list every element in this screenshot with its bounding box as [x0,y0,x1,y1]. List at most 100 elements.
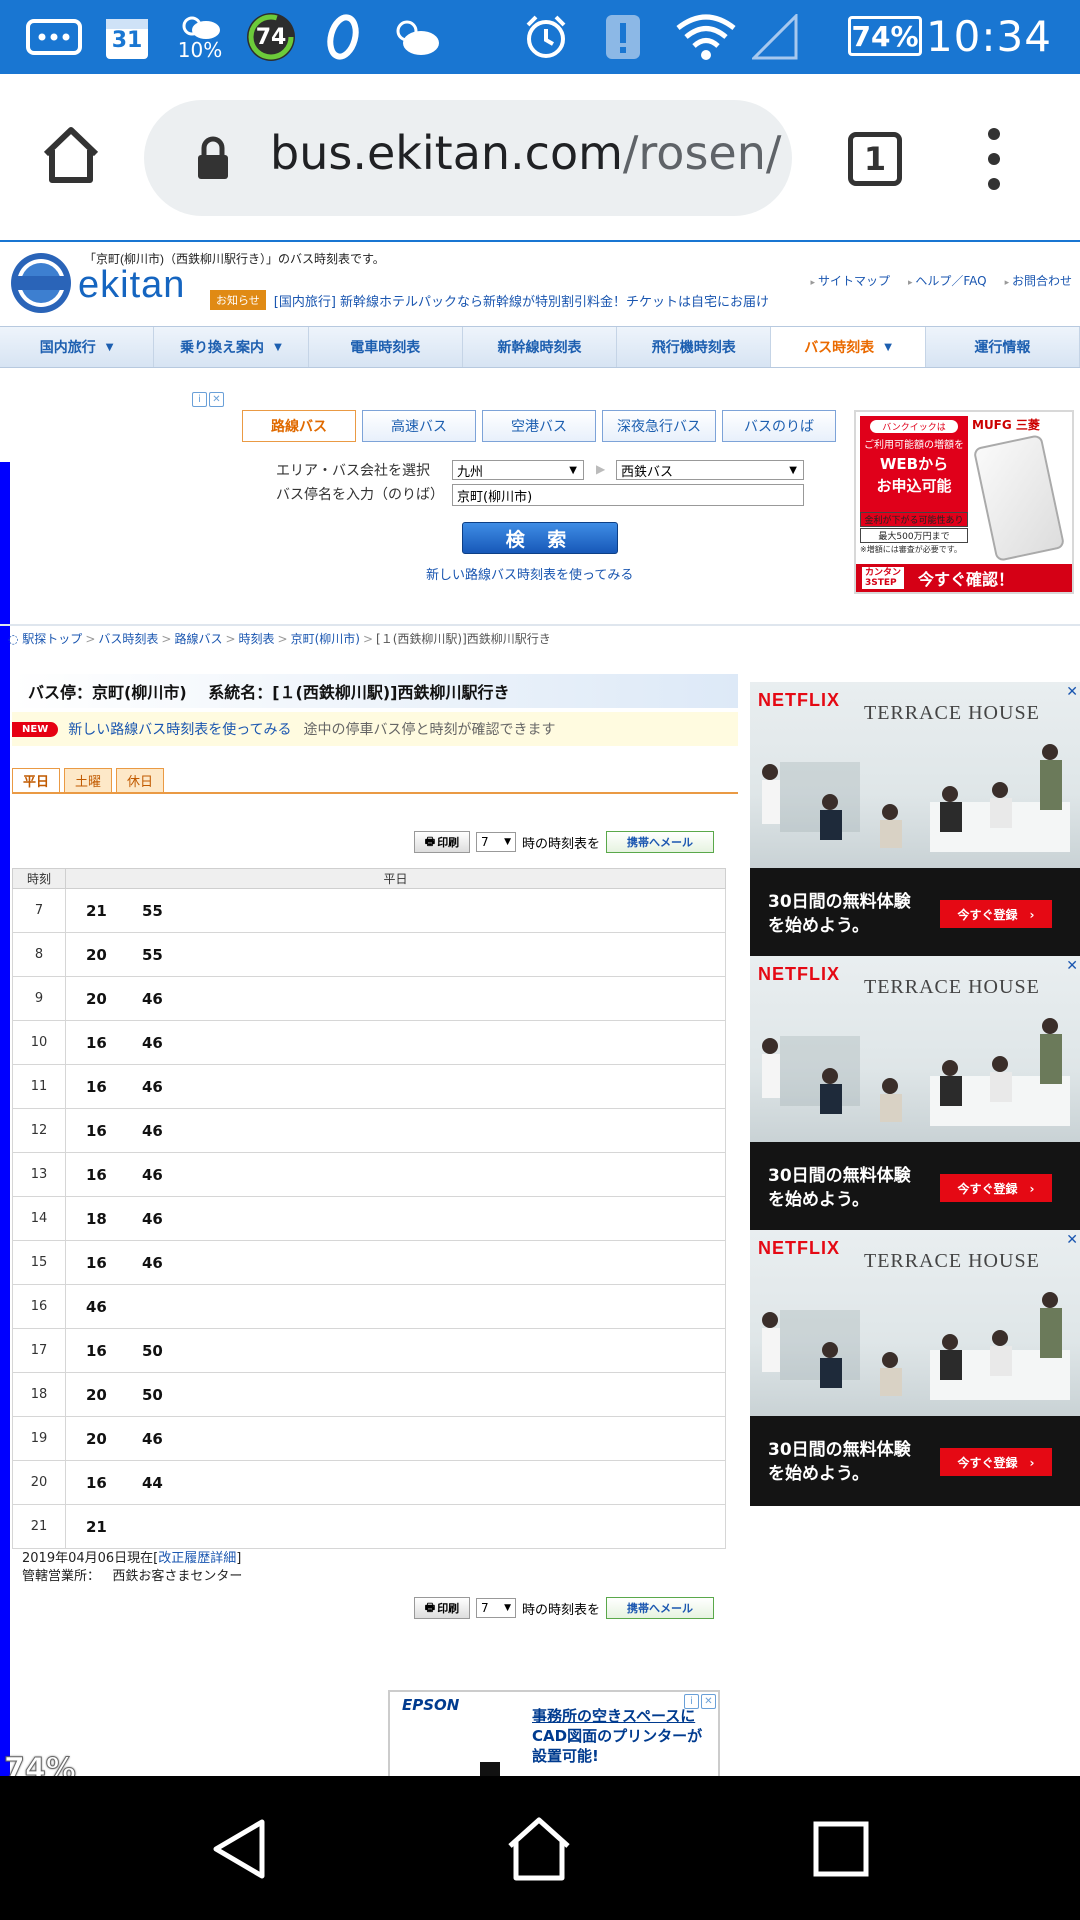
contact-link[interactable]: お問合わせ [1005,272,1072,289]
departure-minute[interactable]: 44 [142,1474,198,1492]
netflix-ad[interactable]: NETFLIX TERRACE HOUSE ✕ 30日間の無料体験 を始めよう。 今すぐ登… [750,1230,1080,1506]
nav-item-5[interactable]: バス時刻表 ▼ [771,327,926,367]
hour-cell: 9 [12,976,66,1021]
mufg-ad[interactable]: バンクイックは ご利用可能額の増額を WEBから お申込可能 MUFG 三菱 金… [854,410,1074,594]
departure-minute[interactable]: 16 [86,1342,142,1360]
mufg-brand: MUFG 三菱 [972,418,1040,432]
tab-bus-type-2[interactable]: 空港バス [482,410,596,442]
status-bar: 31 10% 74 74% 10:34 [0,0,1080,74]
departure-minute[interactable]: 55 [142,946,198,964]
nav-item-2[interactable]: 電車時刻表 [309,327,463,367]
breadcrumb-item[interactable]: バス時刻表 [98,632,158,646]
nav-item-1[interactable]: 乗り換え案内 ▼ [154,327,309,367]
adchoices-icon[interactable]: i [684,1694,699,1709]
departure-minute[interactable]: 46 [142,1430,198,1448]
departure-minute[interactable]: 16 [86,1034,142,1052]
departure-minute[interactable]: 16 [86,1254,142,1272]
tab-bus-type-1[interactable]: 高速バス [362,410,476,442]
departure-minute[interactable]: 46 [142,1034,198,1052]
breadcrumb-item[interactable]: 路線バス [174,632,222,646]
tab-bus-type-3[interactable]: 深夜急行バス [602,410,716,442]
netflix-signup-button[interactable]: 今すぐ登録 › [940,1174,1052,1202]
print-button[interactable]: 🖶 印刷 [414,1597,470,1619]
hour-select[interactable]: 7 ▼ [476,1598,516,1618]
nav-item-label: 運行情報 [974,340,1031,356]
netflix-ad[interactable]: NETFLIX TERRACE HOUSE ✕ 30日間の無料体験 を始めよう。 今すぐ登… [750,956,1080,1232]
departure-minute[interactable]: 46 [142,1166,198,1184]
notice-link[interactable]: [国内旅行] 新幹線ホテルパックなら新幹線が特別割引料金！チケットは自宅にお届け [274,291,769,310]
tab-day-2[interactable]: 休日 [116,768,164,792]
tab-switcher-button[interactable]: 1 [848,132,902,186]
minutes-cell: 20 46 [65,976,726,1021]
departure-minute[interactable]: 46 [142,1078,198,1096]
epson-ad[interactable]: EPSON 事務所の空きスペースに CAD図面のプリンターが 設置可能! i ✕ [388,1690,720,1776]
breadcrumb-item[interactable]: 駅探トップ [22,632,82,646]
departure-minute[interactable]: 16 [86,1078,142,1096]
url-bar[interactable]: bus.ekitan.com/rosen/ [144,100,792,216]
departure-minute[interactable]: 46 [142,1210,198,1228]
search-button[interactable]: 検 索 [462,522,618,554]
ad-close-icon[interactable]: ✕ [1066,1232,1078,1248]
new-timetable-link[interactable]: 新しい路線バス時刻表を使ってみる [426,564,633,583]
tab-bus-type-0[interactable]: 路線バス [242,410,356,442]
netflix-ad[interactable]: NETFLIX TERRACE HOUSE ✕ 30日間の無料体験 を始めよう。 今すぐ登… [750,682,1080,958]
breadcrumb-item[interactable]: 京町(柳川市) [291,632,360,646]
departure-minute[interactable]: 46 [142,990,198,1008]
ad-close-icon[interactable]: ✕ [1066,958,1078,974]
area-select[interactable]: 九州 ▼ [452,460,584,480]
adchoices-icon[interactable]: i [192,392,207,407]
departure-minute[interactable]: 16 [86,1474,142,1492]
nav-item-3[interactable]: 新幹線時刻表 [463,327,618,367]
ad-close-icon[interactable]: ✕ [209,392,224,407]
departure-minute[interactable]: 21 [86,902,142,920]
departure-minute[interactable]: 18 [86,1210,142,1228]
minutes-cell: 20 46 [65,1416,726,1461]
print-button[interactable]: 🖶 印刷 [414,831,470,853]
netflix-signup-button[interactable]: 今すぐ登録 › [940,1448,1052,1476]
stop-name-input[interactable]: 京町(柳川市) [452,484,804,506]
page-intro: 「京町(柳川市)（西鉄柳川駅行き）」のバス時刻表です。 [84,252,385,266]
recents-icon[interactable] [806,1814,876,1884]
mobile-mail-button[interactable]: 携帯へメール [606,831,715,853]
departure-minute[interactable]: 46 [142,1254,198,1272]
departure-minute[interactable]: 20 [86,1430,142,1448]
departure-minute[interactable]: 50 [142,1342,198,1360]
hour-suffix: 時の時刻表を [522,836,601,852]
nav-item-4[interactable]: 飛行機時刻表 [617,327,772,367]
new-timetable-link-2[interactable]: 新しい路線バス時刻表を使ってみる [68,719,291,739]
departure-minute[interactable]: 20 [86,946,142,964]
hour-suffix: 時の時刻表を [522,1602,601,1618]
back-icon[interactable] [206,1814,276,1884]
breadcrumb-separator: > [225,632,236,646]
departure-minute[interactable]: 55 [142,902,198,920]
home-icon[interactable] [40,124,102,186]
new-feature-desc: 途中の停車バス停と時刻が確認できます [303,722,556,738]
ad-close-icon[interactable]: ✕ [701,1694,716,1709]
more-menu-icon[interactable] [980,124,1008,194]
departure-minute[interactable]: 20 [86,990,142,1008]
departure-minute[interactable]: 16 [86,1122,142,1140]
tab-day-1[interactable]: 土曜 [64,768,112,792]
nav-item-6[interactable]: 運行情報 [926,327,1080,367]
netflix-signup-button[interactable]: 今すぐ登録 › [940,900,1052,928]
help-link[interactable]: ヘルプ／FAQ [908,272,986,289]
breadcrumb-item[interactable]: 時刻表 [239,632,275,646]
mobile-mail-button[interactable]: 携帯へメール [606,1597,715,1619]
departure-minute[interactable]: 46 [86,1298,142,1316]
departure-minute[interactable]: 50 [142,1386,198,1404]
tab-day-0[interactable]: 平日 [12,768,60,792]
minutes-cell: 16 46 [65,1152,726,1197]
departure-minute[interactable]: 21 [86,1518,142,1536]
hour-select[interactable]: 7 ▼ [476,832,516,852]
sitemap-link[interactable]: サイトマップ [811,272,890,289]
ad-close-icon[interactable]: ✕ [1066,684,1078,700]
departure-minute[interactable]: 16 [86,1166,142,1184]
company-select[interactable]: 西鉄バス ▼ [616,460,804,480]
departure-minute[interactable]: 46 [142,1122,198,1140]
revision-history-link[interactable]: 改正履歴詳細 [158,1551,236,1566]
nav-item-0[interactable]: 国内旅行 ▼ [0,327,155,367]
home-nav-icon[interactable] [504,1814,574,1884]
departure-minute[interactable]: 20 [86,1386,142,1404]
browser-toolbar: bus.ekitan.com/rosen/ 1 [0,74,1080,242]
tab-bus-type-4[interactable]: バスのりば [722,410,836,442]
